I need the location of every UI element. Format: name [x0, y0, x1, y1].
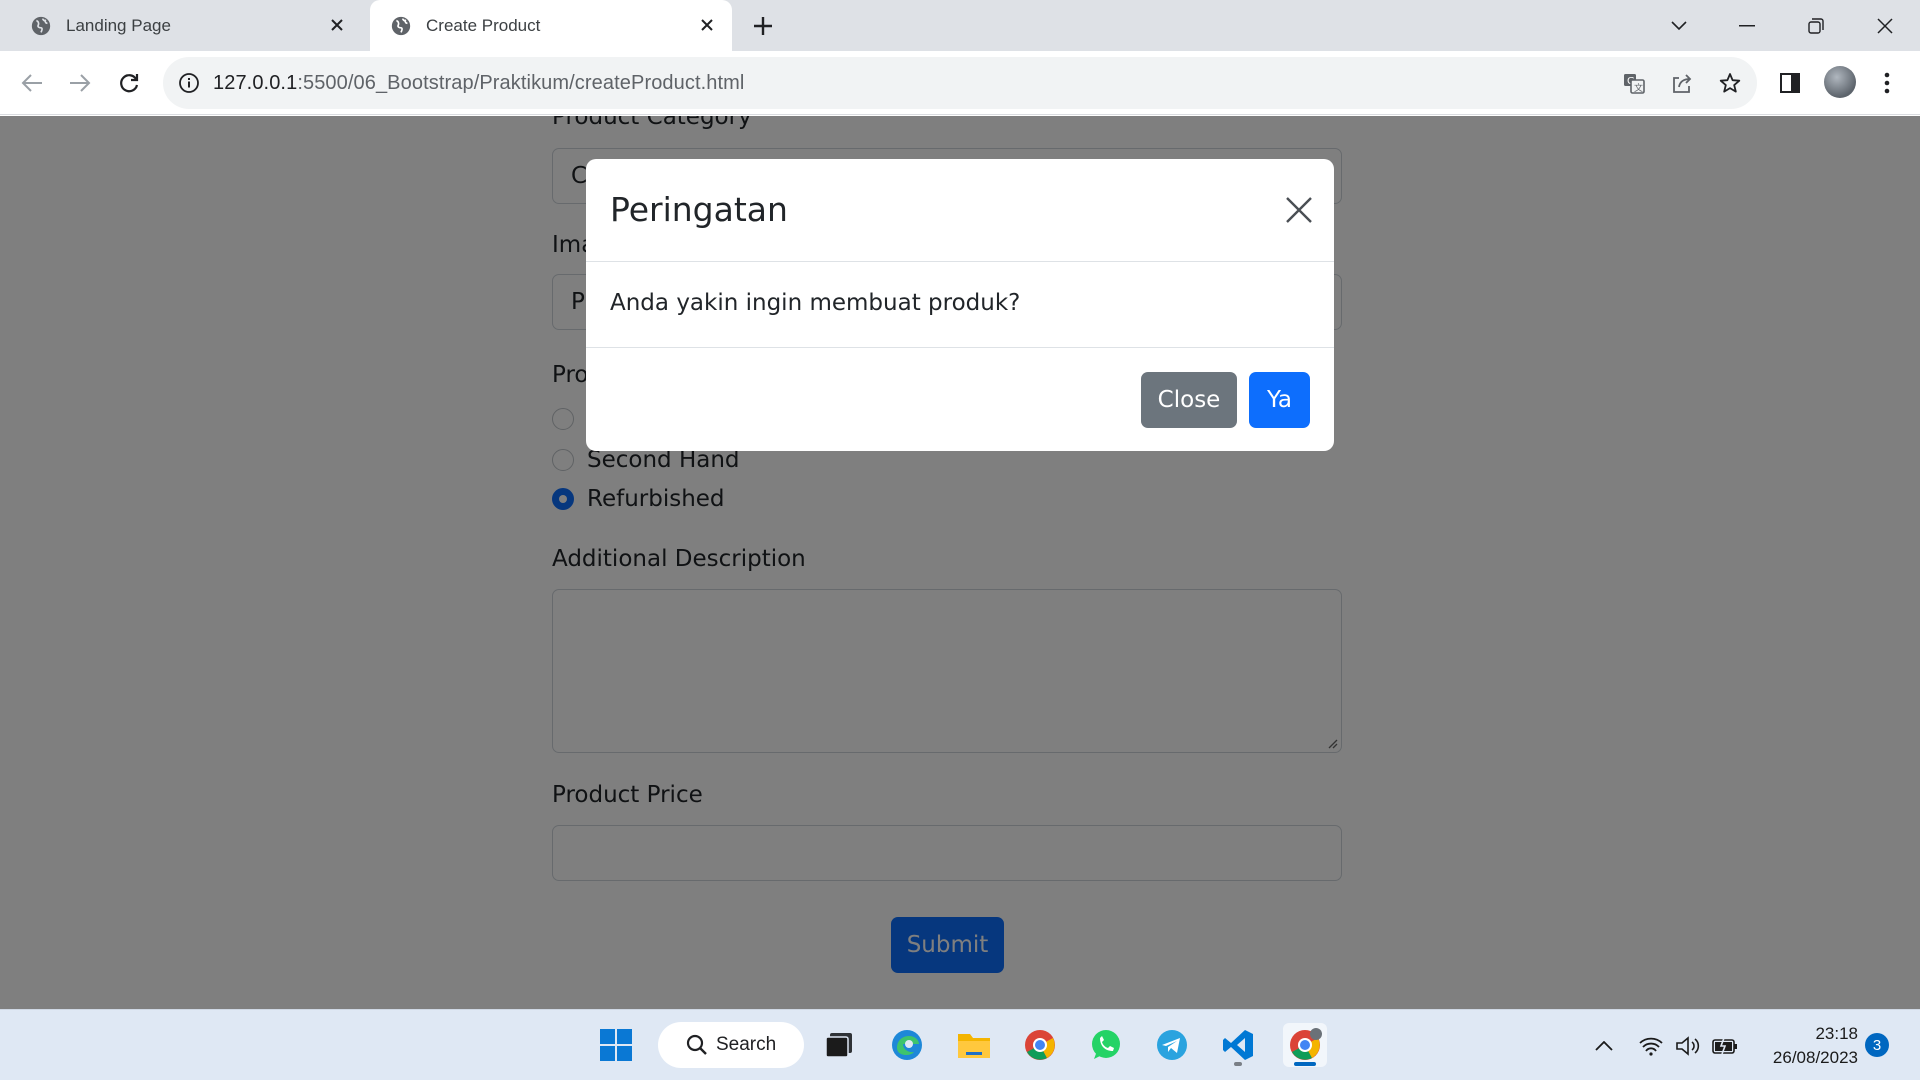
restore-icon[interactable] [1796, 8, 1836, 44]
tab-title: Create Product [426, 15, 541, 35]
clock-date: 26/08/2023 [1772, 1048, 1858, 1067]
close-tab-icon[interactable] [696, 14, 718, 36]
notification-badge[interactable]: 3 [1865, 1033, 1889, 1057]
whatsapp-icon[interactable] [1084, 1023, 1128, 1067]
close-window-icon[interactable] [1865, 8, 1905, 44]
modal-footer: Close Ya [586, 347, 1334, 451]
running-indicator [1234, 1062, 1242, 1066]
tab-title: Landing Page [66, 15, 171, 35]
taskbar-search[interactable]: Search [658, 1022, 804, 1068]
chevron-up-icon[interactable] [1591, 1033, 1617, 1059]
battery-icon[interactable] [1712, 1033, 1738, 1059]
confirmation-modal: Peringatan Anda yakin ingin membuat prod… [586, 159, 1334, 451]
tab-landing-page[interactable]: Landing Page [0, 0, 362, 51]
translate-icon[interactable]: G文 [1621, 70, 1647, 96]
address-bar[interactable]: 127.0.0.1:5500/06_Bootstrap/Praktikum/cr… [163, 57, 1757, 109]
search-label: Search [716, 1034, 777, 1055]
edge-icon[interactable] [885, 1023, 929, 1067]
profile-avatar[interactable] [1824, 66, 1856, 98]
file-explorer-icon[interactable] [952, 1023, 996, 1067]
modal-body-text: Anda yakin ingin membuat produk? [610, 290, 1021, 316]
clock-time: 23:18 [1815, 1024, 1858, 1043]
globe-icon [391, 16, 411, 35]
share-icon[interactable] [1669, 70, 1695, 96]
url-path: :5500/06_Bootstrap/Praktikum/createProdu… [297, 71, 745, 94]
url-host: 127.0.0.1 [213, 71, 298, 94]
tab-strip: Landing Page Create Product [0, 0, 1920, 51]
confirm-button[interactable]: Ya [1249, 372, 1310, 428]
browser-toolbar: 127.0.0.1:5500/06_Bootstrap/Praktikum/cr… [0, 51, 1920, 115]
modal-header: Peringatan [586, 159, 1334, 262]
minimize-icon[interactable] [1727, 8, 1767, 44]
wifi-icon[interactable] [1638, 1033, 1664, 1059]
chrome-icon[interactable] [1018, 1023, 1062, 1067]
close-button[interactable]: Close [1141, 372, 1237, 428]
start-icon[interactable] [594, 1023, 638, 1067]
active-indicator [1294, 1062, 1316, 1066]
chrome-profile-icon[interactable] [1283, 1023, 1327, 1067]
system-clock[interactable]: 23:18 26/08/2023 [1752, 1022, 1858, 1070]
page-viewport: Product Category C Ima P Pro Second Hand… [0, 116, 1920, 1009]
forward-icon[interactable] [63, 66, 97, 100]
reload-icon[interactable] [112, 66, 146, 100]
new-tab-icon[interactable] [749, 12, 777, 40]
globe-icon [31, 16, 51, 35]
svg-text:文: 文 [1634, 82, 1643, 94]
task-view-icon[interactable] [817, 1023, 861, 1067]
url-text: 127.0.0.1:5500/06_Bootstrap/Praktikum/cr… [213, 72, 744, 95]
site-info-icon[interactable] [178, 72, 200, 94]
modal-close-icon[interactable] [1282, 193, 1316, 227]
close-tab-icon[interactable] [326, 14, 348, 36]
search-icon [686, 1034, 707, 1055]
tab-search-icon[interactable] [1659, 8, 1699, 44]
back-icon[interactable] [15, 66, 49, 100]
telegram-icon[interactable] [1150, 1023, 1194, 1067]
modal-title: Peringatan [610, 190, 788, 229]
windows-taskbar: Search 23:18 26/08/2023 3 [0, 1009, 1920, 1080]
volume-icon[interactable] [1675, 1033, 1701, 1059]
side-panel-icon[interactable] [1773, 66, 1807, 100]
kebab-menu-icon[interactable] [1870, 66, 1904, 100]
bookmark-star-icon[interactable] [1717, 70, 1743, 96]
tab-create-product[interactable]: Create Product [370, 0, 732, 51]
vscode-icon[interactable] [1216, 1023, 1260, 1067]
